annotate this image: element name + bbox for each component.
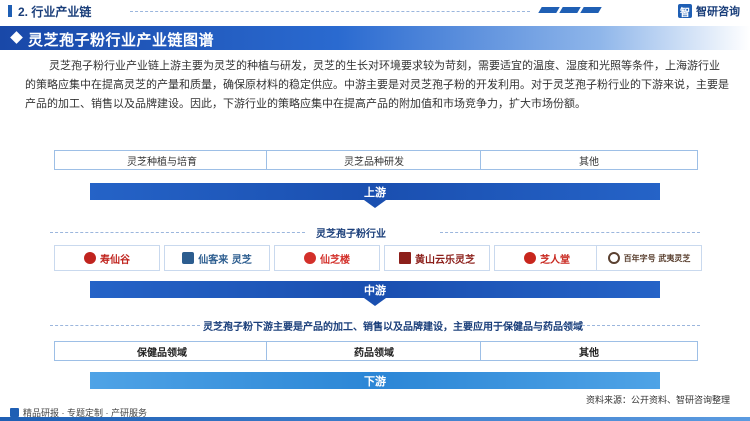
section-title: 2. 行业产业链 <box>18 5 92 19</box>
brand: 智 智研咨询 <box>678 3 740 19</box>
company-logo-huangshan: 黄山云乐灵芝 <box>384 245 490 271</box>
logo-name: 仙客来 灵芝 <box>198 254 252 266</box>
red-mark-icon <box>524 252 536 264</box>
midstream-heading: 灵芝孢子粉行业 <box>316 229 386 240</box>
report-icon <box>10 408 19 417</box>
logo-name: 仙芝楼 <box>320 254 350 266</box>
brand-name: 智研咨询 <box>696 6 740 18</box>
round-stamp-icon <box>607 252 620 264</box>
upstream-item-research: 灵芝品种研发 <box>266 150 482 170</box>
logo-name: 寿仙谷 <box>100 254 130 266</box>
red-circle-icon <box>304 252 316 264</box>
upstream-arrow-icon <box>364 200 386 208</box>
downstream-bar: 下游 <box>90 372 660 389</box>
company-logo-wuyi: 百年字号 武夷灵芝 <box>596 245 702 271</box>
page-title: 灵芝孢子粉行业产业链图谱 <box>28 32 215 49</box>
header-decoration <box>538 7 602 13</box>
downstream-divider-left <box>50 325 200 326</box>
upstream-item-other: 其他 <box>480 150 698 170</box>
company-logo-xiankelai: 仙客来 灵芝 <box>164 245 270 271</box>
section-marker <box>8 5 12 17</box>
downstream-item-health: 保健品领域 <box>54 341 270 361</box>
logo-name: 芝人堂 <box>540 254 570 266</box>
footer-stripe <box>0 417 750 421</box>
downstream-item-other: 其他 <box>480 341 698 361</box>
downstream-item-medicine: 药品领域 <box>266 341 482 361</box>
top-header: 2. 行业产业链 智 智研咨询 <box>0 0 750 22</box>
downstream-divider-right <box>562 325 700 326</box>
calligraphy-icon <box>182 252 195 264</box>
intro-paragraph: 灵芝孢子粉行业产业链上游主要为灵芝的种植与研发，灵芝的生长对环境要求较为苛刻，需… <box>25 60 729 110</box>
diamond-icon <box>10 31 23 44</box>
upstream-bar: 上游 <box>90 183 660 200</box>
company-logo-zhirentang: 芝人堂 <box>494 245 600 271</box>
midstream-bar: 中游 <box>90 281 660 298</box>
red-block-icon <box>399 252 411 264</box>
midstream-arrow-icon <box>364 298 386 306</box>
source-note: 资料来源：公开资料、智研咨询整理 <box>585 395 730 405</box>
midstream-divider-left <box>50 232 305 233</box>
upstream-item-planting: 灵芝种植与培育 <box>54 150 270 170</box>
company-logo-xianzhilou: 仙芝楼 <box>274 245 380 271</box>
red-seal-icon <box>84 252 96 264</box>
header-divider <box>130 11 530 12</box>
midstream-divider-right <box>440 232 700 233</box>
company-logo-shouxiangu: 寿仙谷 <box>54 245 160 271</box>
downstream-heading: 灵芝孢子粉下游主要是产品的加工、销售以及品牌建设，主要应用于保健品与药品领域 <box>203 322 583 333</box>
logo-name: 黄山云乐灵芝 <box>415 254 475 266</box>
logo-name: 百年字号 武夷灵芝 <box>623 252 691 263</box>
brand-logo-icon: 智 <box>678 4 692 19</box>
title-banner: 灵芝孢子粉行业产业链图谱 <box>0 26 750 50</box>
